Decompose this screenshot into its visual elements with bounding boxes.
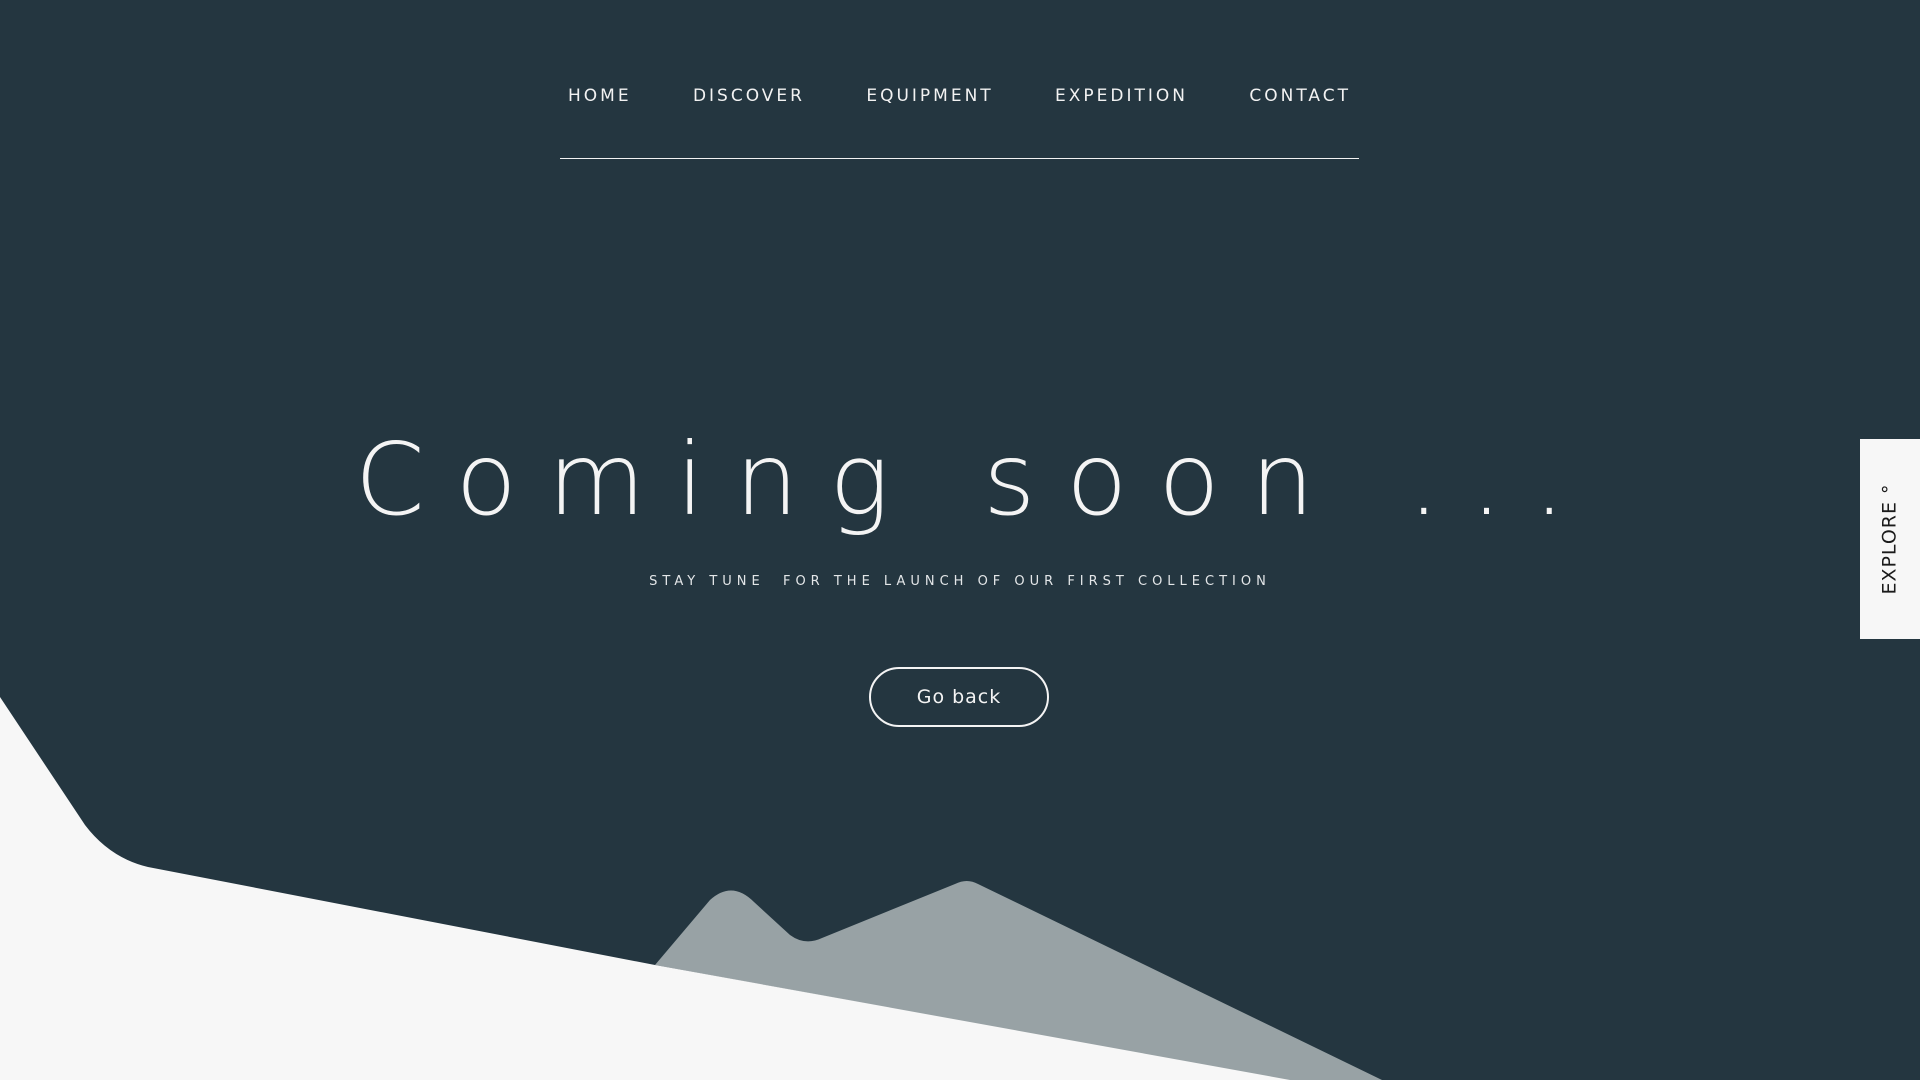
explore-tab-label: EXPLORE ° [1879,483,1901,595]
page-subtitle: STAY TUNE FOR THE LAUNCH OF OUR FIRST CO… [649,574,1271,589]
nav-item-discover[interactable]: DISCOVER [685,78,813,115]
page-title: Coming soon ... [354,421,1597,538]
nav-item-contact[interactable]: CONTACT [1241,78,1359,115]
nav-item-expedition[interactable]: EXPEDITION [1047,78,1196,115]
mountain-illustration [0,697,1382,1080]
go-back-button[interactable]: Go back [869,667,1049,727]
main-navigation: HOME DISCOVER EQUIPMENT EXPEDITION CONTA… [560,78,1359,159]
nav-item-home[interactable]: HOME [560,78,640,115]
explore-side-tab[interactable]: EXPLORE ° [1860,439,1920,639]
coming-soon-page: HOME DISCOVER EQUIPMENT EXPEDITION CONTA… [0,0,1920,1080]
nav-item-equipment[interactable]: EQUIPMENT [858,78,1001,115]
